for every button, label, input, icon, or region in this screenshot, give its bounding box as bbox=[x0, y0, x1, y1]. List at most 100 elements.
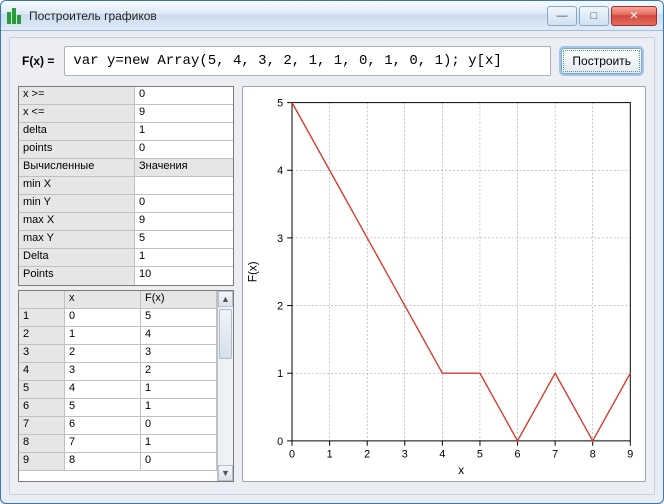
row-fx: 1 bbox=[141, 435, 217, 452]
data-table-wrap: xF(x)105214323432541651760871980 ▲ ▼ bbox=[18, 290, 234, 482]
computed-value[interactable]: 10 bbox=[135, 267, 233, 285]
row-idx: 9 bbox=[19, 453, 65, 470]
x-tick-label: 5 bbox=[477, 449, 483, 461]
computed-name: min X bbox=[19, 177, 135, 194]
x-tick-label: 8 bbox=[590, 449, 596, 461]
param-name: x <= bbox=[19, 105, 135, 122]
x-tick-label: 1 bbox=[327, 449, 333, 461]
x-tick-label: 2 bbox=[364, 449, 370, 461]
row-fx: 5 bbox=[141, 309, 217, 326]
table-row[interactable]: 214 bbox=[19, 327, 217, 345]
app-window: Построитель графиков — □ ✕ F(x) = Постро… bbox=[0, 0, 664, 504]
param-value[interactable]: 0 bbox=[135, 87, 233, 104]
row-fx: 0 bbox=[141, 453, 217, 470]
row-idx: 8 bbox=[19, 435, 65, 452]
param-value[interactable]: 1 bbox=[135, 123, 233, 140]
data-table[interactable]: xF(x)105214323432541651760871980 bbox=[19, 291, 217, 481]
table-row[interactable]: 760 bbox=[19, 417, 217, 435]
table-row[interactable]: 323 bbox=[19, 345, 217, 363]
table-row[interactable]: 980 bbox=[19, 453, 217, 471]
row-x: 2 bbox=[65, 345, 141, 362]
x-tick-label: 7 bbox=[552, 449, 558, 461]
y-tick-label: 3 bbox=[277, 233, 283, 245]
row-x: 0 bbox=[65, 309, 141, 326]
computed-header-left: Вычисленные bbox=[19, 159, 135, 176]
build-button[interactable]: Построить bbox=[561, 48, 642, 74]
row-fx: 1 bbox=[141, 399, 217, 416]
y-tick-label: 2 bbox=[277, 300, 283, 312]
titlebar[interactable]: Построитель графиков — □ ✕ bbox=[1, 1, 663, 31]
row-idx: 6 bbox=[19, 399, 65, 416]
y-tick-label: 5 bbox=[277, 98, 283, 110]
y-tick-label: 1 bbox=[277, 368, 283, 380]
scroll-thumb[interactable] bbox=[219, 309, 232, 359]
computed-value[interactable]: 1 bbox=[135, 249, 233, 266]
row-idx: 7 bbox=[19, 417, 65, 434]
row-fx: 1 bbox=[141, 381, 217, 398]
formula-row: F(x) = Построить bbox=[10, 38, 654, 82]
computed-value[interactable]: 0 bbox=[135, 195, 233, 212]
row-fx: 3 bbox=[141, 345, 217, 362]
data-series-line bbox=[292, 103, 630, 441]
x-tick-label: 6 bbox=[515, 449, 521, 461]
computed-name: max Y bbox=[19, 231, 135, 248]
computed-header-right: Значения bbox=[135, 159, 233, 176]
param-value[interactable]: 9 bbox=[135, 105, 233, 122]
col-x: x bbox=[65, 291, 141, 308]
x-tick-label: 9 bbox=[627, 449, 633, 461]
x-tick-label: 3 bbox=[402, 449, 408, 461]
table-row[interactable]: 871 bbox=[19, 435, 217, 453]
x-axis-label: x bbox=[458, 464, 464, 477]
scroll-down-button[interactable]: ▼ bbox=[218, 465, 233, 481]
scroll-up-button[interactable]: ▲ bbox=[218, 291, 233, 307]
row-idx: 1 bbox=[19, 309, 65, 326]
left-panel: x >=0x <=9delta1points0ВычисленныеЗначен… bbox=[18, 86, 234, 482]
row-x: 6 bbox=[65, 417, 141, 434]
close-button[interactable]: ✕ bbox=[611, 6, 657, 26]
row-fx: 4 bbox=[141, 327, 217, 344]
row-fx: 0 bbox=[141, 417, 217, 434]
x-tick-label: 0 bbox=[289, 449, 295, 461]
row-idx: 5 bbox=[19, 381, 65, 398]
row-x: 8 bbox=[65, 453, 141, 470]
row-idx: 3 bbox=[19, 345, 65, 362]
x-tick-label: 4 bbox=[439, 449, 445, 461]
chart-svg: 0 1 2 3 4 5 6 7 8 9 0 1 2 3 4 5 x F(x) bbox=[243, 87, 645, 481]
computed-name: max X bbox=[19, 213, 135, 230]
param-name: delta bbox=[19, 123, 135, 140]
row-x: 5 bbox=[65, 399, 141, 416]
computed-name: Points bbox=[19, 267, 135, 285]
table-row[interactable]: 432 bbox=[19, 363, 217, 381]
formula-input[interactable] bbox=[64, 46, 551, 76]
computed-name: Delta bbox=[19, 249, 135, 266]
y-axis-label: F(x) bbox=[247, 261, 260, 282]
window-title: Построитель графиков bbox=[29, 9, 547, 23]
computed-name: min Y bbox=[19, 195, 135, 212]
params-grid[interactable]: x >=0x <=9delta1points0ВычисленныеЗначен… bbox=[18, 86, 234, 286]
row-fx: 2 bbox=[141, 363, 217, 380]
table-scrollbar[interactable]: ▲ ▼ bbox=[217, 291, 233, 481]
y-tick-label: 0 bbox=[277, 436, 283, 448]
row-x: 1 bbox=[65, 327, 141, 344]
table-row[interactable]: 541 bbox=[19, 381, 217, 399]
col-fx: F(x) bbox=[141, 291, 217, 308]
param-value[interactable]: 0 bbox=[135, 141, 233, 158]
row-idx: 2 bbox=[19, 327, 65, 344]
y-tick-label: 4 bbox=[277, 165, 283, 177]
param-name: x >= bbox=[19, 87, 135, 104]
col-idx bbox=[19, 291, 65, 308]
maximize-button[interactable]: □ bbox=[579, 6, 609, 26]
formula-label: F(x) = bbox=[22, 54, 54, 68]
minimize-button[interactable]: — bbox=[547, 6, 577, 26]
computed-value[interactable]: 0 bbox=[135, 177, 233, 194]
chart-panel: 0 1 2 3 4 5 6 7 8 9 0 1 2 3 4 5 x F(x) bbox=[242, 86, 646, 482]
computed-value[interactable]: 5 bbox=[135, 231, 233, 248]
scroll-track[interactable] bbox=[218, 307, 233, 465]
row-idx: 4 bbox=[19, 363, 65, 380]
computed-value[interactable]: 9 bbox=[135, 213, 233, 230]
row-x: 7 bbox=[65, 435, 141, 452]
row-x: 3 bbox=[65, 363, 141, 380]
table-row[interactable]: 105 bbox=[19, 309, 217, 327]
table-row[interactable]: 651 bbox=[19, 399, 217, 417]
row-x: 4 bbox=[65, 381, 141, 398]
